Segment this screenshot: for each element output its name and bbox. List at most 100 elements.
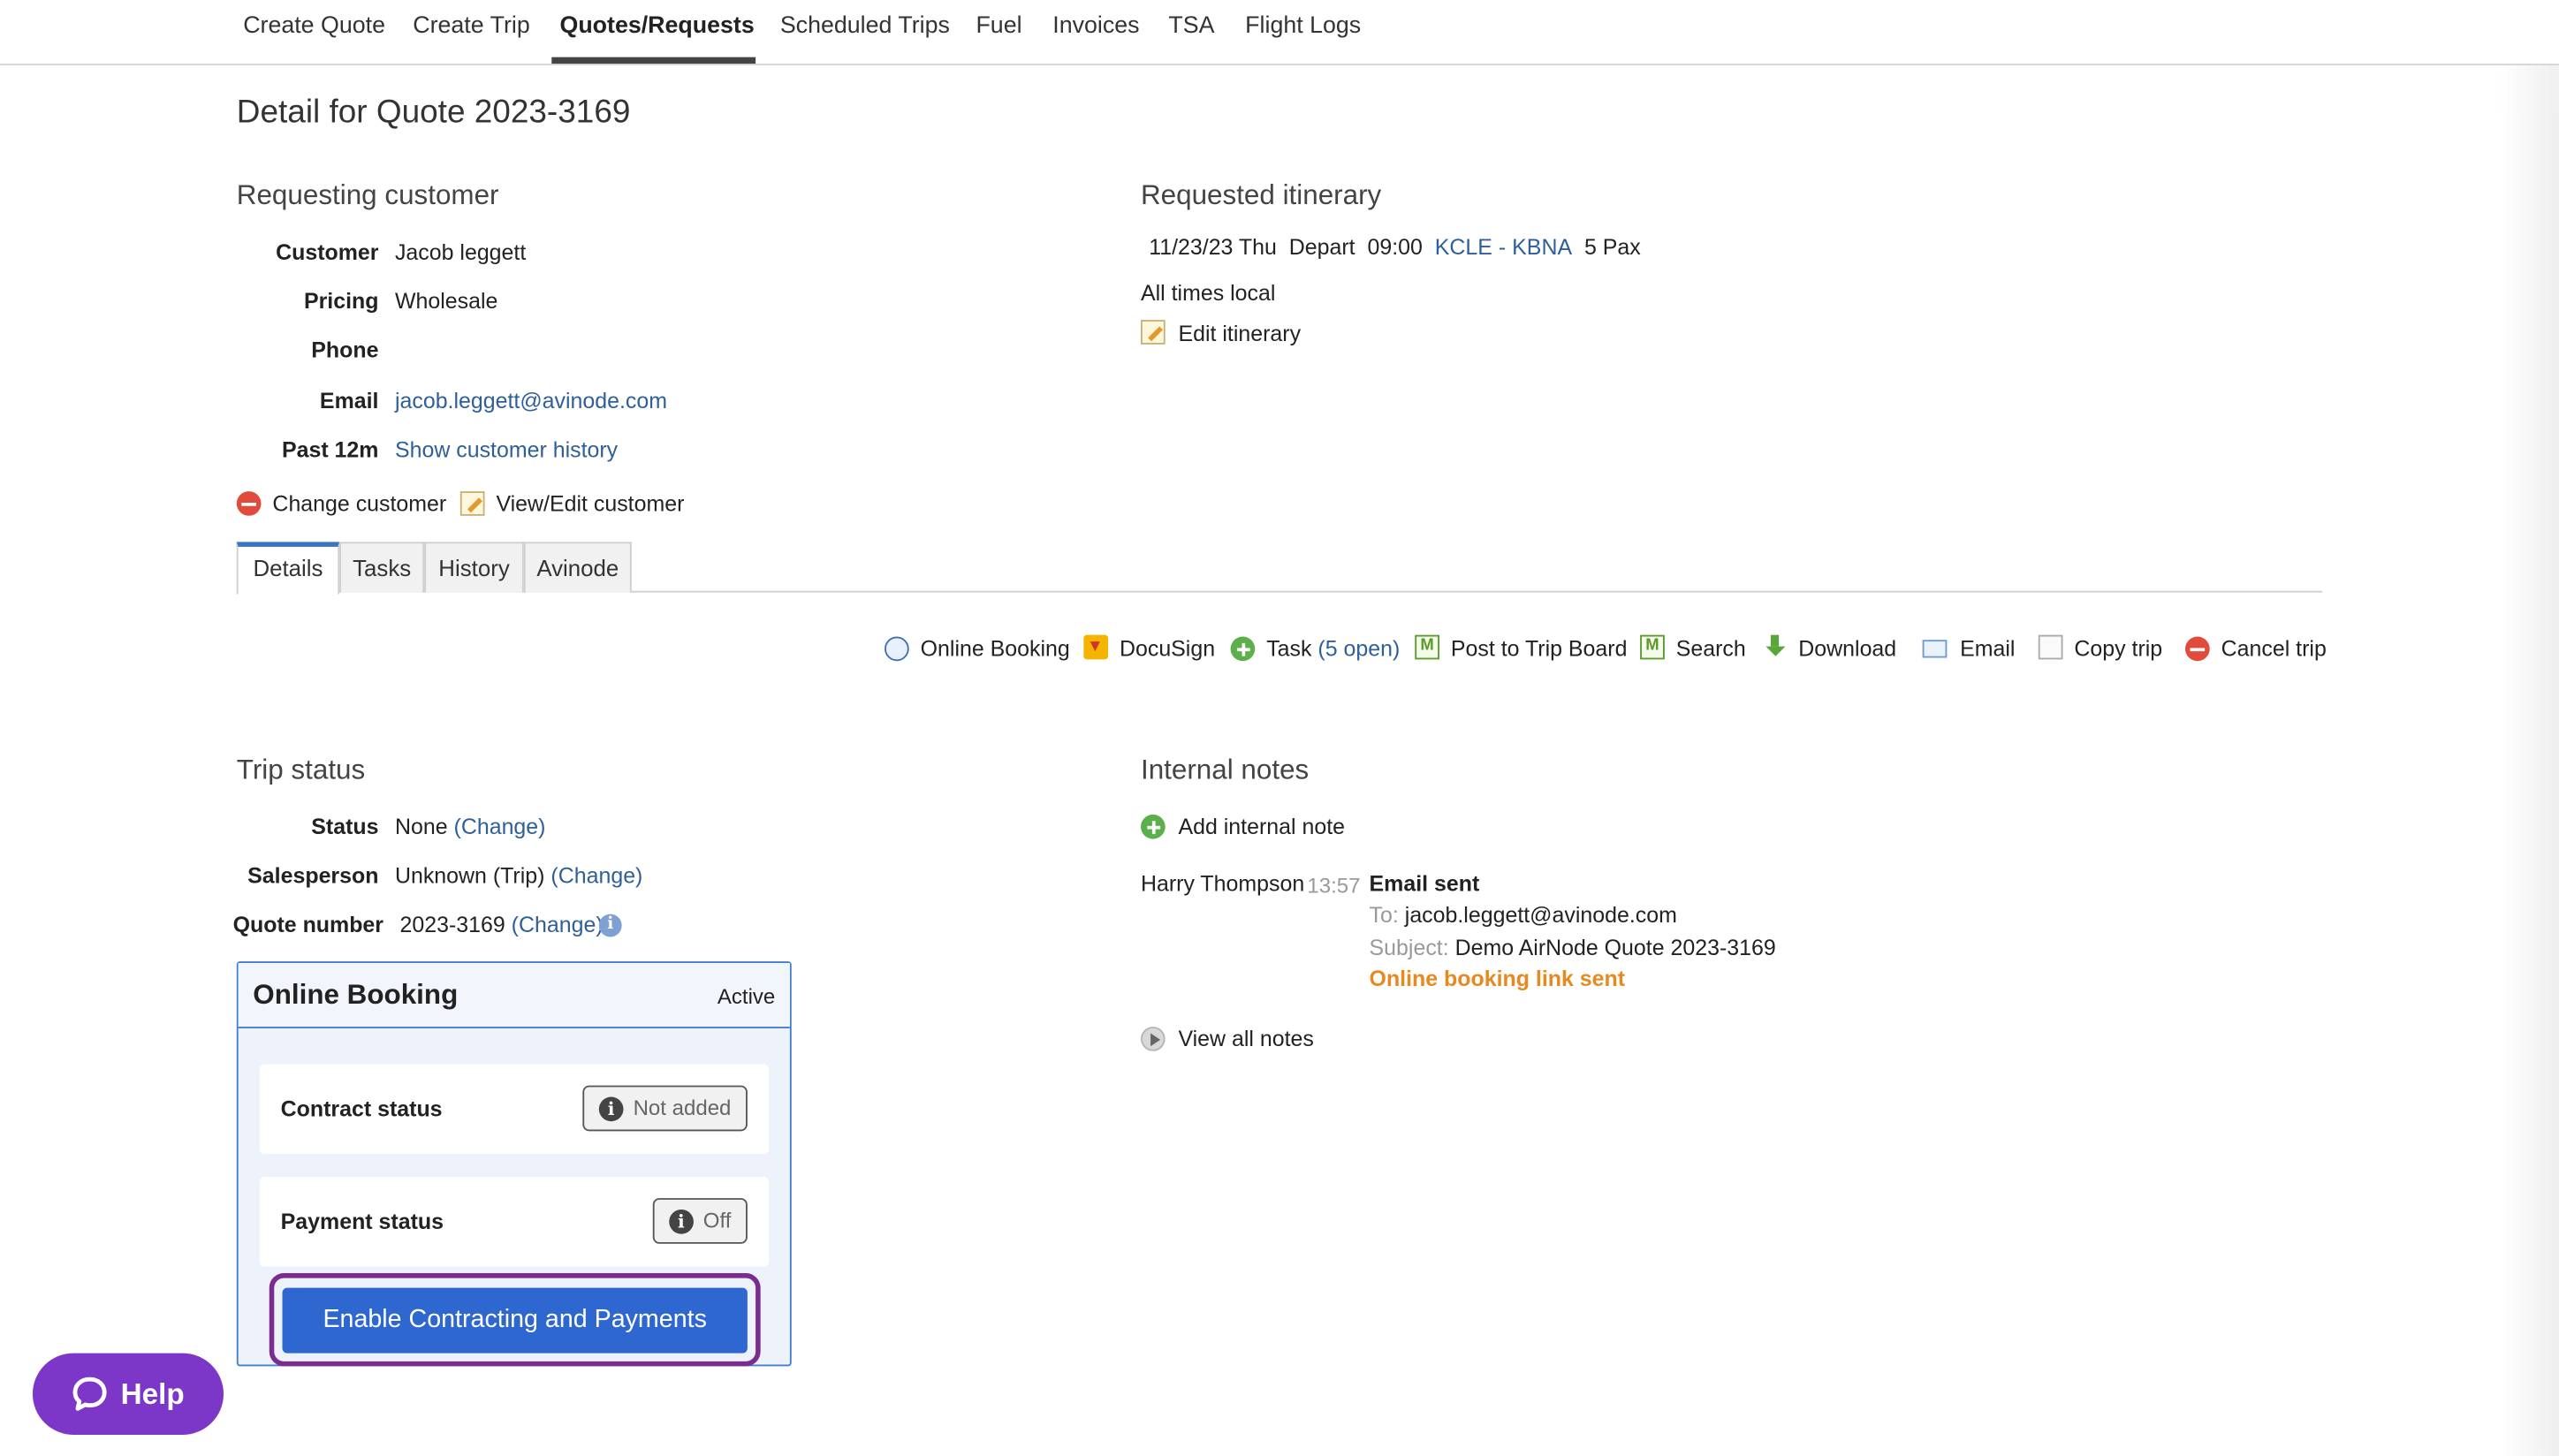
itinerary-depart-label: Depart <box>1288 235 1355 260</box>
nav-active-indicator <box>551 57 756 64</box>
view-edit-customer-button[interactable]: View/Edit customer <box>459 489 689 519</box>
itinerary-separator: - <box>1498 235 1507 260</box>
nav-flight-logs[interactable]: Flight Logs <box>1245 13 1361 40</box>
itinerary-from-airport-link[interactable]: KCLE <box>1435 235 1492 260</box>
status-row: None (Change) <box>395 815 546 839</box>
payment-status-label: Payment status <box>280 1209 444 1234</box>
contract-status-label: Contract status <box>280 1096 443 1122</box>
customer-heading: Requesting customer <box>236 179 499 211</box>
marketplace-icon: M <box>1415 634 1439 660</box>
online-booking-state: Active <box>717 984 776 1009</box>
add-internal-note-button[interactable]: Add internal note <box>1140 813 1353 842</box>
search-action[interactable]: M Search <box>1640 634 1751 664</box>
online-booking-header: Online Booking Active <box>238 963 790 1028</box>
tab-history[interactable]: History <box>424 542 524 593</box>
page: Create Quote Create Trip Quotes/Requests… <box>0 0 2559 1456</box>
copy-trip-action-label: Copy trip <box>2074 636 2163 662</box>
docusign-action[interactable]: DocuSign <box>1083 634 1217 664</box>
edit-itinerary-button[interactable]: Edit itinerary <box>1140 320 1320 349</box>
status-label: Status <box>311 814 379 839</box>
tab-details[interactable]: Details <box>236 542 340 595</box>
itinerary-pax: 5 Pax <box>1583 235 1641 260</box>
view-edit-customer-label: View/Edit customer <box>496 491 685 516</box>
quote-number-label: Quote number <box>232 912 384 937</box>
itinerary-date: 11/23/23 Thu <box>1149 235 1277 260</box>
docusign-action-label: DocuSign <box>1119 636 1216 662</box>
nav-create-trip[interactable]: Create Trip <box>413 13 529 40</box>
itinerary-row: 11/23/23 Thu Depart 09:00 KCLE - KBNA 5 … <box>1149 235 1641 260</box>
trip-status-heading: Trip status <box>236 754 366 785</box>
add-internal-note-label: Add internal note <box>1178 814 1345 839</box>
change-customer-button[interactable]: Change customer <box>236 489 449 519</box>
salesperson-value: Unknown (Trip) <box>394 863 545 889</box>
pricing-label: Pricing <box>303 289 379 314</box>
add-icon <box>1230 636 1256 662</box>
salesperson-change-link[interactable]: (Change) <box>551 863 642 888</box>
nav-fuel[interactable]: Fuel <box>976 13 1021 40</box>
change-customer-label: Change customer <box>272 491 447 516</box>
edit-itinerary-label: Edit itinerary <box>1178 321 1302 346</box>
email-action[interactable]: Email <box>1922 635 2021 664</box>
remove-icon <box>236 491 262 516</box>
post-to-trip-board-action[interactable]: M Post to Trip Board <box>1415 634 1628 664</box>
post-to-trip-board-label: Post to Trip Board <box>1450 636 1628 662</box>
info-icon[interactable]: i <box>598 914 622 937</box>
download-action-label: Download <box>1798 636 1897 662</box>
status-change-link[interactable]: (Change) <box>454 815 546 839</box>
tab-avinode[interactable]: Avinode <box>523 542 632 593</box>
salesperson-row: Unknown (Trip) (Change) <box>395 863 642 888</box>
note-to-label: To: <box>1369 902 1399 928</box>
status-value: None <box>394 814 448 839</box>
note-time: 13:57 <box>1307 873 1361 899</box>
quote-number-row: 2023-3169 (Change) <box>399 913 603 937</box>
quote-number-change-link[interactable]: (Change) <box>512 913 604 937</box>
nav-scheduled-trips[interactable]: Scheduled Trips <box>780 13 950 40</box>
note-author: Harry Thompson <box>1140 871 1305 897</box>
online-booking-action-label: Online Booking <box>920 636 1070 662</box>
view-all-notes-button[interactable]: View all notes <box>1140 1025 1320 1054</box>
cancel-icon <box>2184 636 2210 662</box>
nav-quotes-requests[interactable]: Quotes/Requests <box>559 13 754 40</box>
info-icon: i <box>598 1096 624 1121</box>
contract-status-value: Not added <box>633 1095 732 1120</box>
pricing-value: Wholesale <box>394 289 498 314</box>
payment-status-badge[interactable]: i Off <box>652 1198 748 1244</box>
chat-bubble-icon <box>72 1376 107 1411</box>
copy-trip-action[interactable]: Copy trip <box>2038 634 2166 664</box>
edit-pencil-icon <box>459 491 485 516</box>
download-action[interactable]: Download <box>1763 634 1900 664</box>
nav-invoices[interactable]: Invoices <box>1052 13 1139 40</box>
payment-status-panel: Payment status i Off <box>259 1177 769 1267</box>
email-label: Email <box>319 388 379 413</box>
contract-status-badge[interactable]: i Not added <box>582 1085 748 1132</box>
note-subject-row: Subject: Demo AirNode Quote 2023-3169 <box>1370 936 1776 960</box>
note-subject-label: Subject: <box>1369 935 1449 960</box>
cancel-trip-action[interactable]: Cancel trip <box>2184 635 2327 664</box>
itinerary-to-airport-link[interactable]: KBNA <box>1512 235 1572 260</box>
payment-status-value: Off <box>702 1208 732 1232</box>
download-icon <box>1763 634 1788 660</box>
internal-notes-heading: Internal notes <box>1140 754 1310 785</box>
mail-icon <box>1922 640 1948 658</box>
task-action-label: Task (5 open) <box>1266 636 1401 662</box>
task-action[interactable]: Task (5 open) <box>1230 635 1401 664</box>
marketplace-search-icon: M <box>1640 634 1665 660</box>
times-local-note: All times local <box>1140 280 1276 306</box>
enable-contracting-payments-button[interactable]: Enable Contracting and Payments <box>282 1287 748 1354</box>
task-open-count[interactable]: (5 open) <box>1317 637 1400 662</box>
note-highlight: Online booking link sent <box>1369 966 1626 991</box>
tab-tasks[interactable]: Tasks <box>339 542 425 593</box>
docusign-icon <box>1083 634 1109 660</box>
show-customer-history-link[interactable]: Show customer history <box>395 437 618 462</box>
help-button[interactable]: Help <box>32 1353 224 1435</box>
online-booking-title: Online Booking <box>253 979 459 1011</box>
phone-label: Phone <box>311 337 379 363</box>
note-to-value: jacob.leggett@avinode.com <box>1404 902 1677 928</box>
nav-tsa[interactable]: TSA <box>1168 13 1214 40</box>
note-title: Email sent <box>1369 871 1480 897</box>
cancel-trip-action-label: Cancel trip <box>2221 636 2327 662</box>
nav-create-quote[interactable]: Create Quote <box>243 13 385 40</box>
online-booking-action[interactable]: Online Booking <box>885 635 1070 664</box>
right-edge-shadow <box>2500 64 2559 1456</box>
customer-email-link[interactable]: jacob.leggett@avinode.com <box>395 389 667 413</box>
